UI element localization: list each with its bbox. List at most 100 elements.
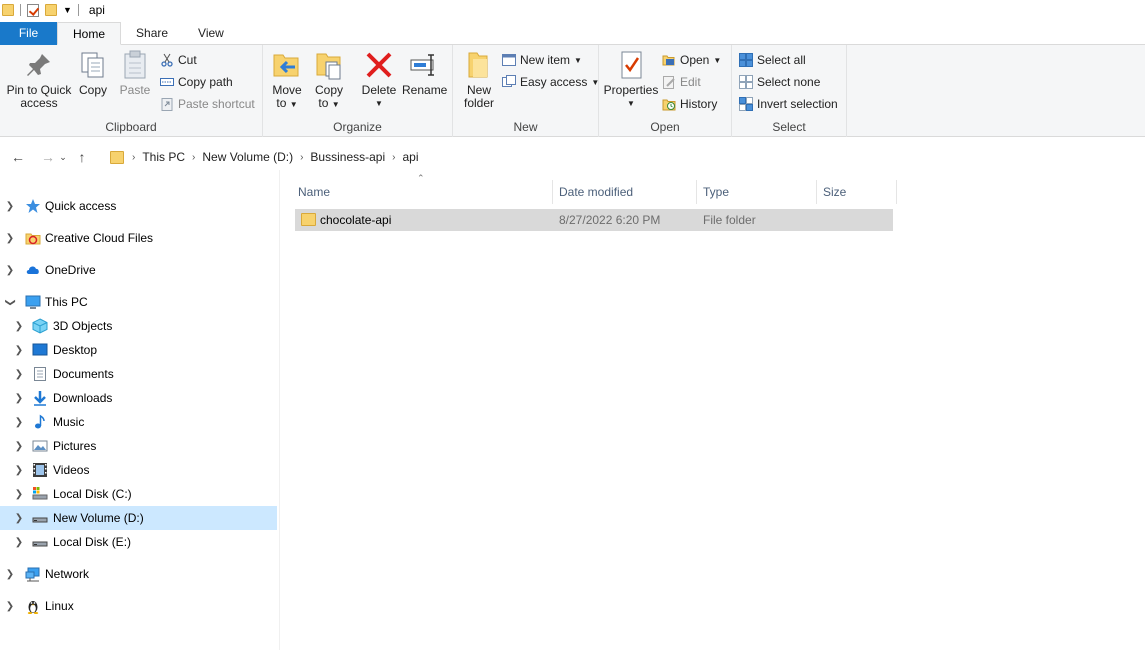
breadcrumb-item[interactable]: Bussiness-api — [303, 150, 392, 164]
chevron-right-icon[interactable]: ❯ — [14, 513, 24, 524]
column-header-name[interactable]: Name — [292, 180, 553, 204]
chevron-right-icon[interactable]: ❯ — [5, 569, 15, 580]
tree-item-local-disk-c[interactable]: ❯ Local Disk (C:) — [0, 482, 277, 506]
select-all-button[interactable]: Select all — [739, 50, 806, 70]
tree-item-network[interactable]: ❯ Network — [0, 562, 277, 586]
breadcrumb-item[interactable]: This PC — [135, 150, 192, 164]
pane-divider[interactable] — [279, 170, 280, 650]
select-none-button[interactable]: Select none — [739, 72, 820, 92]
tree-item-linux[interactable]: ❯ Linux — [0, 594, 277, 618]
column-header-size[interactable]: Size — [817, 180, 897, 204]
chevron-right-icon[interactable]: ❯ — [14, 465, 24, 476]
tree-item-3d-objects[interactable]: ❯ 3D Objects — [0, 314, 277, 338]
new-item-button[interactable]: New item ▼ — [502, 50, 582, 70]
cube-icon — [32, 318, 48, 334]
tree-item-creative-cloud[interactable]: ❯ Creative Cloud Files — [0, 226, 277, 250]
chevron-right-icon[interactable]: ❯ — [14, 393, 24, 404]
easy-access-button[interactable]: Easy access ▼ — [502, 72, 599, 92]
chevron-right-icon[interactable]: ❯ — [14, 417, 24, 428]
open-label: Open — [680, 53, 710, 67]
chevron-right-icon[interactable]: ❯ — [14, 369, 24, 380]
new-item-label: New item — [520, 53, 571, 67]
dropdown-caret-icon: ▼ — [289, 100, 298, 109]
tree-item-new-volume-d[interactable]: ❯ New Volume (D:) — [0, 506, 277, 530]
easy-access-icon — [502, 75, 516, 87]
tree-item-pictures[interactable]: ❯ Pictures — [0, 434, 277, 458]
tab-share[interactable]: Share — [121, 22, 183, 45]
forward-arrow-icon[interactable]: → — [39, 149, 57, 165]
chevron-right-icon[interactable]: ❯ — [5, 265, 15, 276]
tree-item-downloads[interactable]: ❯ Downloads — [0, 386, 277, 410]
tab-home[interactable]: Home — [57, 22, 122, 45]
edit-icon — [663, 76, 675, 89]
rename-icon — [408, 49, 440, 81]
star-icon — [26, 199, 40, 213]
tree-item-label: New Volume (D:) — [53, 511, 144, 525]
chevron-right-icon[interactable]: ❯ — [14, 321, 24, 332]
back-arrow-icon[interactable]: ← — [9, 149, 27, 165]
breadcrumb-item[interactable]: api — [395, 150, 425, 164]
edit-button[interactable]: Edit — [662, 72, 701, 92]
properties-quick-icon[interactable] — [27, 3, 39, 17]
paste-shortcut-icon — [161, 98, 173, 111]
chevron-down-icon[interactable]: ❯ — [5, 297, 16, 307]
chevron-right-icon[interactable]: ❯ — [5, 601, 15, 612]
open-button[interactable]: Open ▼ — [662, 50, 721, 70]
new-folder-quick-icon[interactable] — [45, 4, 57, 16]
download-icon — [34, 391, 46, 406]
chevron-right-icon[interactable]: ❯ — [5, 233, 15, 244]
column-header-type[interactable]: Type — [697, 180, 817, 204]
breadcrumb[interactable]: › This PC › New Volume (D:) › Bussiness-… — [106, 145, 425, 169]
select-all-icon — [739, 53, 753, 67]
music-icon — [35, 414, 45, 429]
select-all-label: Select all — [757, 53, 806, 67]
column-header-date[interactable]: Date modified — [553, 180, 697, 204]
customize-toolbar-caret-icon[interactable]: ▼ — [63, 5, 72, 15]
copy-to-button[interactable]: Copy to ▼ — [311, 49, 347, 111]
tab-view[interactable]: View — [183, 22, 239, 45]
invert-selection-button[interactable]: Invert selection — [739, 94, 838, 114]
rename-button[interactable]: Rename — [402, 49, 447, 97]
chevron-right-icon[interactable]: ❯ — [14, 345, 24, 356]
new-folder-button[interactable]: New folder — [459, 49, 499, 110]
chevron-right-icon[interactable]: ❯ — [5, 201, 15, 212]
tree-item-music[interactable]: ❯ Music — [0, 410, 277, 434]
tree-item-label: Linux — [45, 599, 74, 613]
group-clipboard: Pin to Quick access Copy Paste Cut Copy … — [0, 45, 263, 137]
properties-button[interactable]: Properties ▼ — [603, 49, 659, 110]
tree-item-this-pc[interactable]: ❯ This PC — [0, 290, 277, 314]
tree-item-documents[interactable]: ❯ Documents — [0, 362, 277, 386]
pin-quick-access-button[interactable]: Pin to Quick access — [4, 49, 74, 110]
up-arrow-icon[interactable]: ↑ — [73, 149, 91, 165]
move-to-button[interactable]: Move to ▼ — [269, 49, 305, 111]
chevron-right-icon[interactable]: ❯ — [14, 537, 24, 548]
tree-item-onedrive[interactable]: ❯ OneDrive — [0, 258, 277, 282]
tree-item-desktop[interactable]: ❯ Desktop — [0, 338, 277, 362]
copy-button[interactable]: Copy — [76, 49, 110, 97]
history-label: History — [680, 97, 718, 111]
history-button[interactable]: History — [662, 94, 717, 114]
breadcrumb-item[interactable]: New Volume (D:) — [195, 150, 300, 164]
paste-button[interactable]: Paste — [117, 49, 153, 97]
tree-item-videos[interactable]: ❯ Videos — [0, 458, 277, 482]
tree-item-label: Desktop — [53, 343, 98, 357]
tree-item-label: Local Disk (E:) — [53, 535, 132, 549]
file-row[interactable]: chocolate-api 8/27/2022 6:20 PM File fol… — [295, 209, 893, 231]
folder-icon — [2, 4, 14, 16]
file-name: chocolate-api — [320, 213, 392, 227]
folder-icon — [110, 150, 124, 164]
tree-item-quick-access[interactable]: ❯ Quick access — [0, 194, 277, 218]
group-label-new: New — [513, 120, 538, 134]
tab-file[interactable]: File — [0, 22, 57, 45]
copy-path-icon — [160, 78, 174, 86]
copy-path-button[interactable]: Copy path — [160, 72, 233, 92]
recent-locations-caret-icon[interactable]: ⌄ — [57, 152, 69, 163]
window-title: api — [88, 3, 105, 17]
tree-item-local-disk-e[interactable]: ❯ Local Disk (E:) — [0, 530, 277, 554]
delete-button[interactable]: Delete ▼ — [359, 49, 399, 110]
chevron-right-icon[interactable]: ❯ — [14, 489, 24, 500]
file-type: File folder — [703, 213, 756, 227]
chevron-right-icon[interactable]: ❯ — [14, 441, 24, 452]
cut-button[interactable]: Cut — [160, 50, 197, 70]
paste-shortcut-button[interactable]: Paste shortcut — [160, 94, 255, 114]
